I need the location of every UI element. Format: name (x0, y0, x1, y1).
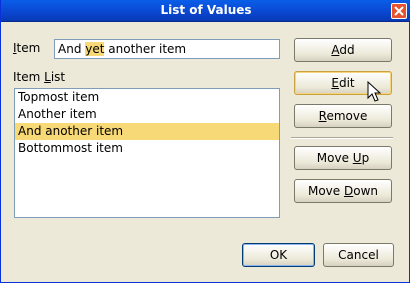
move-up-button[interactable]: Move Up (294, 146, 392, 170)
close-button[interactable] (391, 3, 407, 19)
dialog-title: List of Values (160, 3, 252, 17)
list-item-selected[interactable]: And another item (15, 123, 279, 140)
close-icon (394, 6, 404, 16)
list-item[interactable]: Another item (15, 106, 279, 123)
cancel-button[interactable]: Cancel (323, 243, 394, 267)
list-of-values-dialog: List of Values Item And yet another item… (0, 0, 410, 283)
item-input[interactable]: And yet another item (54, 39, 280, 59)
add-button[interactable]: Add (294, 38, 392, 62)
move-down-button[interactable]: Move Down (294, 179, 392, 203)
item-list-label: Item List (13, 70, 66, 84)
mouse-pointer-icon (367, 81, 381, 102)
button-separator (291, 137, 393, 139)
list-item[interactable]: Topmost item (15, 89, 279, 106)
item-value-before: And (58, 42, 86, 56)
item-list[interactable]: Topmost item Another item And another it… (14, 88, 280, 218)
ok-button[interactable]: OK (242, 243, 315, 267)
list-item[interactable]: Bottommost item (15, 140, 279, 157)
title-bar[interactable]: List of Values (1, 0, 410, 22)
item-value-after: another item (104, 42, 187, 56)
item-label: Item (13, 41, 41, 55)
remove-button[interactable]: Remove (294, 104, 392, 128)
item-value-highlight: yet (85, 42, 105, 56)
